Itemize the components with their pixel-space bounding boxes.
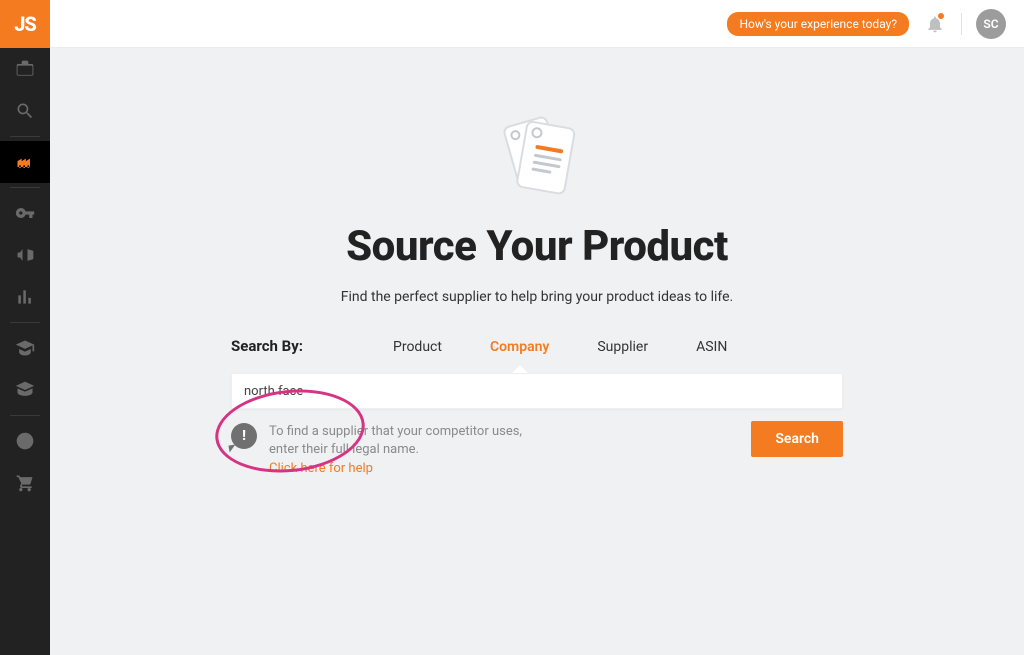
search-icon (15, 101, 35, 121)
search-input[interactable] (231, 373, 843, 409)
tab-product[interactable]: Product (393, 339, 442, 363)
cart-icon (15, 473, 35, 493)
pie-icon (15, 431, 35, 451)
tab-supplier[interactable]: Supplier (597, 339, 648, 363)
sidebar-divider (10, 187, 40, 188)
key-icon (15, 203, 35, 223)
megaphone-icon (15, 245, 35, 265)
briefcase-icon (15, 59, 35, 79)
sidebar-item-splits[interactable] (0, 420, 50, 462)
page-subtitle: Find the perfect supplier to help bring … (341, 289, 734, 305)
search-button[interactable]: Search (751, 421, 843, 457)
search-tabs: Product Company Supplier ASIN (393, 339, 727, 363)
tab-asin[interactable]: ASIN (696, 339, 727, 363)
hint-line-1: To find a supplier that your competitor … (269, 424, 522, 439)
sidebar-divider (10, 136, 40, 137)
price-tags-illustration (482, 106, 592, 210)
sidebar-item-keywords[interactable] (0, 192, 50, 234)
info-bubble-icon (231, 423, 257, 449)
page-title: Source Your Product (346, 222, 728, 271)
sidebar-item-home[interactable] (0, 48, 50, 90)
sidebar-item-learn[interactable] (0, 369, 50, 411)
main-content: Source Your Product Find the perfect sup… (50, 48, 1024, 655)
hint-text: To find a supplier that your competitor … (269, 423, 522, 478)
graduation-cap-icon (15, 338, 35, 358)
sidebar-item-cart[interactable] (0, 462, 50, 504)
sidebar: JS (0, 0, 50, 655)
search-by-label: Search By: (231, 337, 303, 355)
sidebar-item-analytics[interactable] (0, 276, 50, 318)
hint-row: To find a supplier that your competitor … (231, 423, 843, 478)
hint-line-2: enter their full legal name. (269, 442, 419, 457)
sidebar-divider (10, 322, 40, 323)
factory-icon (15, 152, 35, 172)
topbar: How's your experience today? SC (50, 0, 1024, 48)
feedback-pill[interactable]: How's your experience today? (727, 12, 909, 36)
bar-chart-icon (15, 287, 35, 307)
notifications-button[interactable] (923, 12, 947, 36)
sidebar-item-search[interactable] (0, 90, 50, 132)
sidebar-item-supplier-db[interactable] (0, 141, 50, 183)
notification-dot-icon (938, 13, 944, 19)
divider (961, 13, 962, 35)
sidebar-item-academy[interactable] (0, 327, 50, 369)
avatar[interactable]: SC (976, 9, 1006, 39)
mortarboard-icon (15, 380, 35, 400)
brand-logo[interactable]: JS (0, 0, 50, 48)
tab-company[interactable]: Company (490, 339, 549, 363)
help-link[interactable]: Click here for help (269, 460, 522, 478)
sidebar-divider (10, 415, 40, 416)
sidebar-item-campaigns[interactable] (0, 234, 50, 276)
search-by-row: Search By: Product Company Supplier ASIN (231, 339, 843, 363)
